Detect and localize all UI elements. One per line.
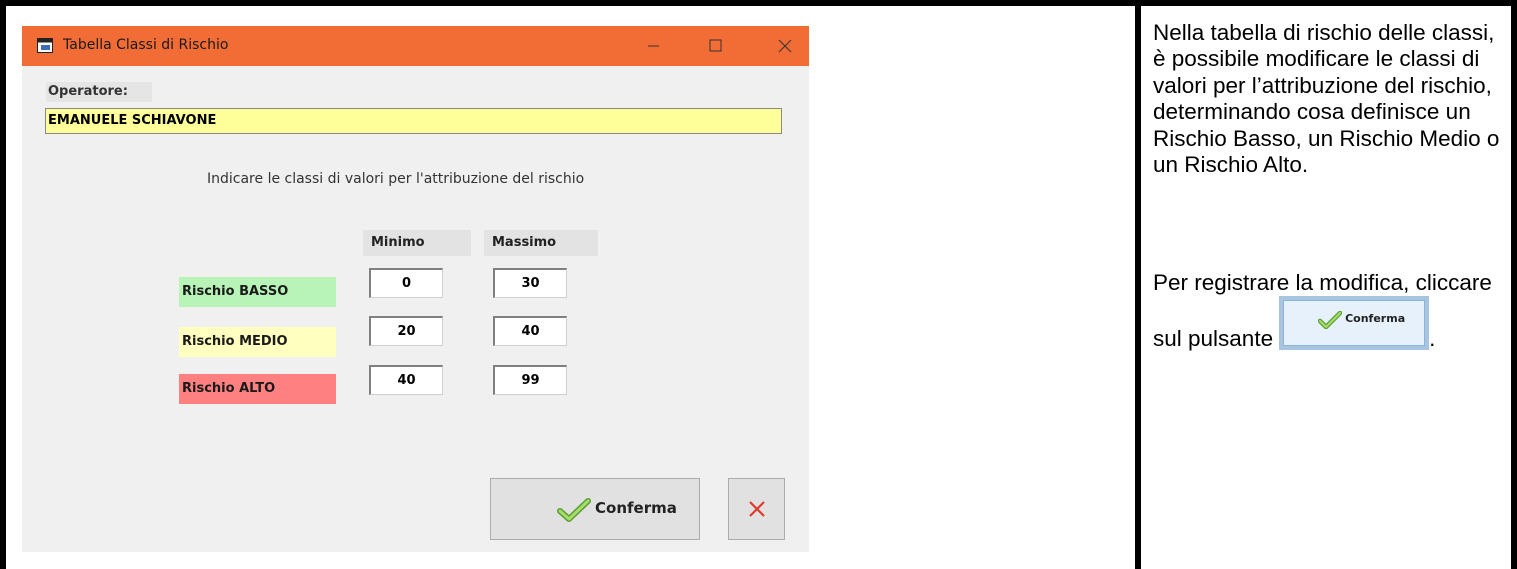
- minimize-icon[interactable]: [630, 32, 676, 60]
- medio-max-input[interactable]: 40: [493, 316, 567, 346]
- cancel-button[interactable]: [728, 478, 785, 540]
- medio-min-input[interactable]: 20: [369, 316, 443, 346]
- basso-min-input[interactable]: 0: [369, 268, 443, 298]
- basso-max-input[interactable]: 30: [493, 268, 567, 298]
- inline-confirm-button-face: Conferma: [1283, 300, 1426, 347]
- maximize-icon[interactable]: [692, 32, 738, 60]
- title-bar[interactable]: Tabella Classi di Rischio: [22, 26, 809, 66]
- sidebar-paragraph-1: Nella tabella di rischio delle classi, è…: [1153, 20, 1500, 178]
- row-label-medio: Rischio MEDIO: [179, 327, 336, 357]
- alto-max-input[interactable]: 99: [493, 365, 567, 395]
- row-label-basso: Rischio BASSO: [179, 277, 336, 307]
- column-header-max: Massimo: [484, 230, 598, 256]
- frame-column-divider: [1135, 0, 1141, 569]
- instruction-text: Indicare le classi di valori per l'attri…: [207, 171, 585, 187]
- check-icon: [1318, 311, 1343, 330]
- frame-top-border: [0, 0, 1517, 6]
- window-title: Tabella Classi di Rischio: [63, 37, 229, 53]
- close-icon[interactable]: [762, 32, 808, 60]
- x-icon: [749, 501, 765, 517]
- alto-min-input[interactable]: 40: [369, 365, 443, 395]
- operator-label: Operatore:: [46, 82, 152, 102]
- operator-field[interactable]: EMANUELE SCHIAVONE: [45, 108, 782, 134]
- sidebar-description: Nella tabella di rischio delle classi, è…: [1153, 20, 1511, 351]
- confirm-label: Conferma: [595, 499, 677, 517]
- sidebar-paragraph-2-end: .: [1429, 326, 1436, 352]
- check-icon: [557, 498, 591, 522]
- inline-confirm-button-image: Conferma: [1279, 296, 1430, 351]
- sidebar-paragraph-2: Per registrare la modifica, cliccare sul…: [1153, 270, 1511, 353]
- column-header-min: Minimo: [363, 230, 471, 256]
- frame-left-border: [0, 0, 6, 569]
- frame-right-border: [1511, 0, 1517, 569]
- risk-classes-window: Tabella Classi di Rischio Operatore: EMA…: [22, 26, 809, 552]
- app-icon: [37, 38, 53, 53]
- confirm-button[interactable]: Conferma: [490, 478, 700, 540]
- row-label-alto: Rischio ALTO: [179, 374, 336, 404]
- inline-confirm-label: Conferma: [1345, 312, 1406, 326]
